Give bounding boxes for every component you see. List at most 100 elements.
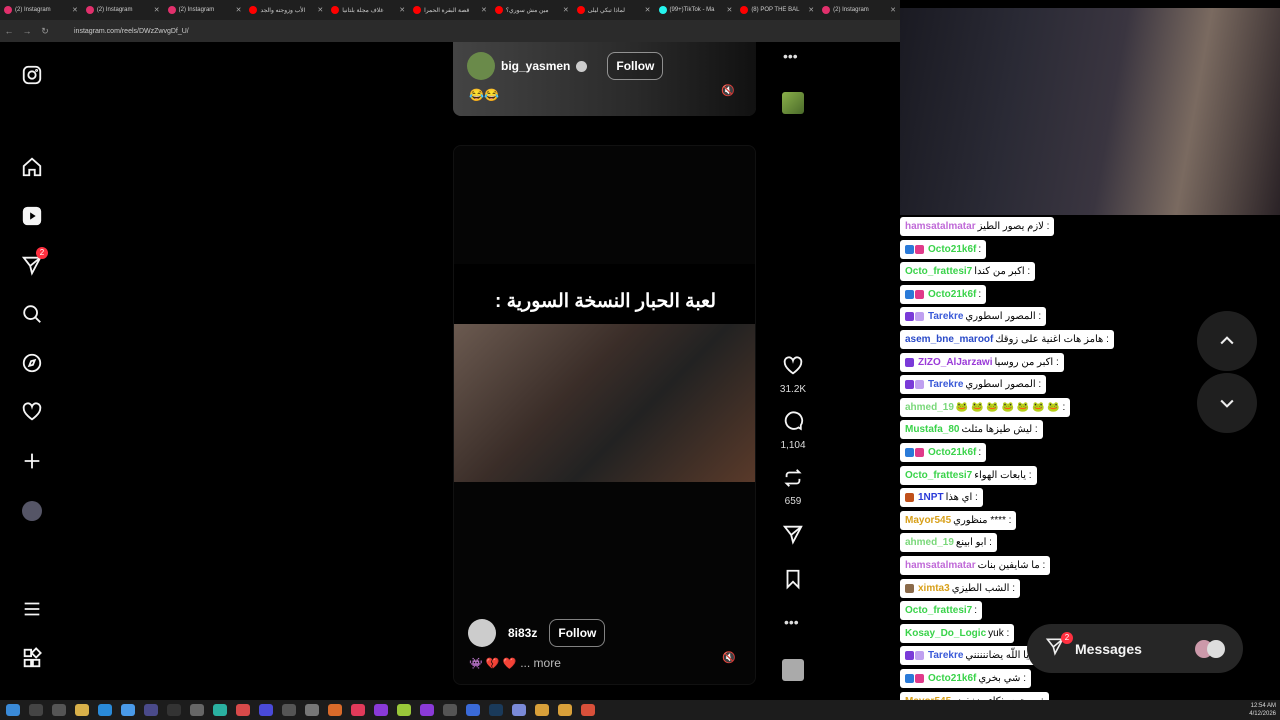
search-icon[interactable] xyxy=(20,302,44,326)
chat-username[interactable]: ximta3 xyxy=(918,583,950,594)
app-icon[interactable] xyxy=(328,704,342,716)
follow-button[interactable]: Follow xyxy=(607,52,664,80)
browser-tab[interactable]: مين مش سوري؟ ✕ xyxy=(491,0,573,20)
chat-username[interactable]: asem_bne_maroof xyxy=(905,334,993,345)
reload-icon[interactable]: ↻ xyxy=(36,26,54,37)
reel-card-current[interactable]: لعبة الحبار النسخة السورية : 8i83z Follo… xyxy=(453,145,756,685)
home-icon[interactable] xyxy=(20,155,44,179)
discord-icon[interactable] xyxy=(512,704,526,716)
app-icon[interactable] xyxy=(351,704,365,716)
chat-username[interactable]: Tarekre xyxy=(928,650,963,661)
search-icon[interactable] xyxy=(29,704,43,716)
reel-username[interactable]: big_yasmen xyxy=(501,59,570,73)
app-icon[interactable] xyxy=(374,704,388,716)
url-field[interactable]: instagram.com/reels/DWzZwvgDf_U/ xyxy=(74,28,189,35)
task-view-icon[interactable] xyxy=(52,704,66,716)
reels-icon[interactable] xyxy=(20,204,44,228)
tab-close-icon[interactable]: ✕ xyxy=(563,6,569,14)
app-icon[interactable] xyxy=(144,704,158,716)
file-explorer-icon[interactable] xyxy=(75,704,89,716)
chrome-icon[interactable] xyxy=(558,704,572,716)
chat-username[interactable]: Octo21k6f xyxy=(928,673,976,684)
app-icon[interactable] xyxy=(190,704,204,716)
create-plus-icon[interactable] xyxy=(20,449,44,473)
tab-close-icon[interactable]: ✕ xyxy=(726,6,732,14)
mute-icon[interactable]: 🔇 xyxy=(721,84,735,97)
share-button[interactable] xyxy=(777,523,809,550)
back-icon[interactable]: ← xyxy=(0,26,18,36)
chat-username[interactable]: hamsatalmatar xyxy=(905,221,976,232)
tab-close-icon[interactable]: ✕ xyxy=(808,6,814,14)
mute-icon[interactable]: 🔇 xyxy=(722,651,736,664)
chat-username[interactable]: Mustafa_80 xyxy=(905,424,959,435)
chat-username[interactable]: ahmed_19 xyxy=(905,537,954,548)
app-icon[interactable] xyxy=(443,704,457,716)
notifications-heart-icon[interactable] xyxy=(20,400,44,424)
chat-username[interactable]: Mayor545 xyxy=(905,515,951,526)
previous-reel-button[interactable] xyxy=(1197,311,1257,371)
edge-icon[interactable] xyxy=(98,704,112,716)
tab-close-icon[interactable]: ✕ xyxy=(890,6,896,14)
follow-button[interactable]: Follow xyxy=(549,619,606,647)
instagram-logo-icon[interactable] xyxy=(20,63,44,87)
forward-icon[interactable]: → xyxy=(18,26,36,36)
start-icon[interactable] xyxy=(6,704,20,716)
save-button[interactable] xyxy=(777,568,809,595)
chat-username[interactable]: ZIZO_AlJarzawi xyxy=(918,357,992,368)
chrome-icon[interactable] xyxy=(581,704,595,716)
app-icon[interactable] xyxy=(282,704,296,716)
browser-tab[interactable]: الأب وزوجته والجد ✕ xyxy=(245,0,327,20)
chat-username[interactable]: ahmed_19 xyxy=(905,402,954,413)
browser-tab[interactable]: (2) Instagram ✕ xyxy=(0,0,82,20)
steam-icon[interactable] xyxy=(489,704,503,716)
premiere-icon[interactable] xyxy=(259,704,273,716)
like-button[interactable]: 31.2K xyxy=(777,355,809,395)
more-menu-icon[interactable] xyxy=(20,597,44,621)
reel-username[interactable]: 8i83z xyxy=(508,626,537,640)
app-icon[interactable] xyxy=(305,704,319,716)
chrome-icon[interactable] xyxy=(535,704,549,716)
tab-close-icon[interactable]: ✕ xyxy=(236,6,242,14)
also-from-meta-icon[interactable] xyxy=(20,646,44,670)
more-options-icon[interactable]: ••• xyxy=(784,614,799,630)
profile-avatar[interactable] xyxy=(20,499,44,523)
avatar[interactable] xyxy=(467,52,495,80)
app-icon[interactable] xyxy=(397,704,411,716)
browser-tab[interactable]: (99+)TikTok - Ma ✕ xyxy=(655,0,737,20)
tab-close-icon[interactable]: ✕ xyxy=(72,6,78,14)
audio-thumbnail[interactable] xyxy=(782,92,804,114)
browser-tab[interactable]: لماذا تبكي ليلى ✕ xyxy=(573,0,655,20)
messages-button[interactable]: 2 Messages xyxy=(1027,624,1243,673)
comment-button[interactable]: 1,104 xyxy=(777,411,809,451)
browser-tab[interactable]: غلاف مجلة بلتانيا ✕ xyxy=(327,0,409,20)
avatar[interactable] xyxy=(468,619,496,647)
browser-tab[interactable]: قصة البقرة الحمرا ✕ xyxy=(409,0,491,20)
repost-button[interactable]: 659 xyxy=(777,467,809,507)
chat-username[interactable]: Octo21k6f xyxy=(928,244,976,255)
caption-more-link[interactable]: ... more xyxy=(520,656,561,670)
chat-username[interactable]: Octo_frattesi7 xyxy=(905,605,972,616)
chat-username[interactable]: Octo_frattesi7 xyxy=(905,266,972,277)
chat-username[interactable]: Tarekre xyxy=(928,379,963,390)
browser-tab[interactable]: (2) Instagram ✕ xyxy=(82,0,164,20)
tab-close-icon[interactable]: ✕ xyxy=(481,6,487,14)
chat-username[interactable]: 1NPT xyxy=(918,492,944,503)
tab-close-icon[interactable]: ✕ xyxy=(317,6,323,14)
chat-username[interactable]: Octo21k6f xyxy=(928,289,976,300)
tab-close-icon[interactable]: ✕ xyxy=(154,6,160,14)
chat-username[interactable]: Octo21k6f xyxy=(928,447,976,458)
app-icon[interactable] xyxy=(466,704,480,716)
explore-icon[interactable] xyxy=(20,351,44,375)
browser-tab[interactable]: (2) Instagram ✕ xyxy=(818,0,900,20)
app-icon[interactable] xyxy=(236,704,250,716)
app-icon[interactable] xyxy=(167,704,181,716)
video-frame[interactable] xyxy=(454,324,755,482)
audio-thumbnail[interactable] xyxy=(782,659,804,681)
chat-username[interactable]: Octo_frattesi7 xyxy=(905,470,972,481)
app-icon[interactable] xyxy=(213,704,227,716)
chat-username[interactable]: Tarekre xyxy=(928,311,963,322)
reel-card-previous[interactable]: big_yasmen Follow 😂😂 🔇 xyxy=(453,42,756,116)
app-icon[interactable] xyxy=(420,704,434,716)
tab-close-icon[interactable]: ✕ xyxy=(645,6,651,14)
more-options-icon[interactable]: ••• xyxy=(783,48,798,64)
